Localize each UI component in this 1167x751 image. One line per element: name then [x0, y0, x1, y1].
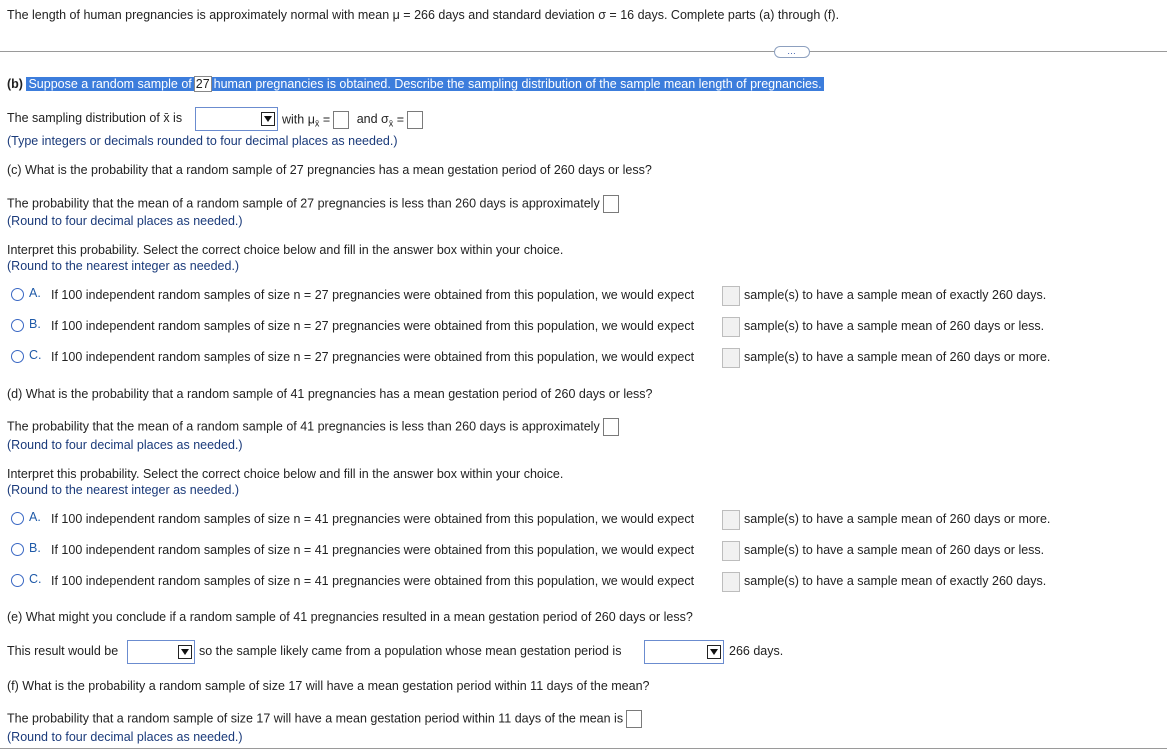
part-d-answer: The probability that the mean of a rando… — [7, 418, 619, 436]
option-letter: A. — [29, 510, 41, 524]
bottom-divider — [0, 748, 1167, 749]
part-d-probability-box[interactable] — [602, 418, 619, 436]
part-d-interpret: Interpret this probability. Select the c… — [7, 467, 564, 481]
sampling-distribution-prefix: The sampling distribution of x̄ is — [7, 111, 183, 125]
part-c-option-b-radio[interactable] — [11, 319, 24, 332]
part-d-note: (Round to four decimal places as needed.… — [7, 438, 243, 452]
part-d-option-b-text: If 100 independent random samples of siz… — [51, 543, 695, 557]
std-error-answer-box[interactable] — [407, 111, 424, 129]
part-e-suffix: 266 days. — [729, 644, 784, 658]
part-b-question: (b) Suppose a random sample of 27 human pr… — [7, 76, 824, 92]
part-d-interpret-note: (Round to the nearest integer as needed.… — [7, 483, 240, 497]
part-f-question: (f) What is the probability a random sam… — [7, 679, 650, 693]
part-c-option-b-box[interactable] — [722, 317, 740, 337]
part-c-option-c-radio[interactable] — [11, 350, 24, 363]
part-e-middle: so the sample likely came from a populat… — [199, 644, 622, 658]
option-letter: B. — [29, 317, 41, 331]
mean-label: with μx̄ = and σx̄ = — [282, 111, 424, 129]
part-f-note: (Round to four decimal places as needed.… — [7, 730, 243, 744]
part-c-interpret-note: (Round to the nearest integer as needed.… — [7, 259, 240, 273]
chevron-down-icon — [707, 645, 721, 659]
part-b-sample-size: 27 — [193, 76, 212, 92]
part-d-option-a-text: If 100 independent random samples of siz… — [51, 512, 695, 526]
part-e-question: (e) What might you conclude if a random … — [7, 610, 693, 624]
part-c-option-c-box[interactable] — [722, 348, 740, 368]
part-e-prefix: This result would be — [7, 644, 119, 658]
mean-answer-box[interactable] — [333, 111, 350, 129]
part-c-option-a-text: If 100 independent random samples of siz… — [51, 288, 695, 302]
more-button[interactable]: … — [774, 46, 810, 58]
part-c-option-a-radio[interactable] — [11, 288, 24, 301]
part-c-option-b-text: If 100 independent random samples of siz… — [51, 319, 695, 333]
distribution-shape-dropdown[interactable] — [195, 107, 278, 131]
part-d-question: (d) What is the probability that a rando… — [7, 387, 653, 401]
part-b-note: (Type integers or decimals rounded to fo… — [7, 134, 398, 148]
part-c-note: (Round to four decimal places as needed.… — [7, 214, 243, 228]
part-c-probability-box[interactable] — [602, 195, 619, 213]
divider — [0, 51, 1167, 52]
part-d-option-b-suffix: sample(s) to have a sample mean of 260 d… — [744, 543, 1045, 557]
part-d-option-a-box[interactable] — [722, 510, 740, 530]
part-d-option-b-radio[interactable] — [11, 543, 24, 556]
part-c-answer: The probability that the mean of a rando… — [7, 195, 619, 213]
problem-statement: The length of human pregnancies is appro… — [7, 8, 840, 22]
part-b-question-start: Suppose a random sample of — [26, 77, 194, 91]
part-c-option-b-suffix: sample(s) to have a sample mean of 260 d… — [744, 319, 1045, 333]
part-c-option-a-suffix: sample(s) to have a sample mean of exact… — [744, 288, 1047, 302]
population-mean-comparison-dropdown[interactable] — [644, 640, 724, 664]
part-d-option-c-suffix: sample(s) to have a sample mean of exact… — [744, 574, 1047, 588]
option-letter: B. — [29, 541, 41, 555]
part-f-answer: The probability that a random sample of … — [7, 710, 643, 728]
part-d-option-a-radio[interactable] — [11, 512, 24, 525]
part-b-label: (b) — [7, 77, 23, 91]
part-b-question-end: human pregnancies is obtained. Describe … — [211, 77, 824, 91]
option-letter: C. — [29, 572, 42, 586]
part-c-option-c-text: If 100 independent random samples of siz… — [51, 350, 695, 364]
part-c-question: (c) What is the probability that a rando… — [7, 163, 652, 177]
part-f-probability-box[interactable] — [626, 710, 643, 728]
part-d-option-c-text: If 100 independent random samples of siz… — [51, 574, 695, 588]
part-d-option-a-suffix: sample(s) to have a sample mean of 260 d… — [744, 512, 1051, 526]
part-c-option-c-suffix: sample(s) to have a sample mean of 260 d… — [744, 350, 1051, 364]
part-d-option-c-box[interactable] — [722, 572, 740, 592]
part-d-option-c-radio[interactable] — [11, 574, 24, 587]
option-letter: A. — [29, 286, 41, 300]
chevron-down-icon — [178, 645, 192, 659]
option-letter: C. — [29, 348, 42, 362]
part-d-option-b-box[interactable] — [722, 541, 740, 561]
part-c-interpret: Interpret this probability. Select the c… — [7, 243, 564, 257]
chevron-down-icon — [261, 112, 275, 126]
part-c-option-a-box[interactable] — [722, 286, 740, 306]
result-likelihood-dropdown[interactable] — [127, 640, 195, 664]
